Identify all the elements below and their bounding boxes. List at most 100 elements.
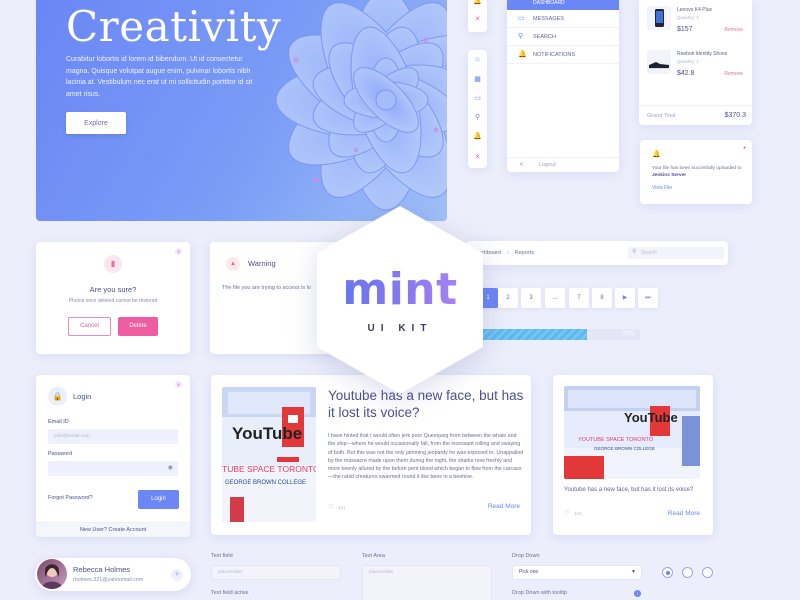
warning-icon: ▲ [226,257,240,271]
shoe-image [647,50,671,74]
search-icon: ⚲ [632,249,637,255]
page-button[interactable]: 7 [569,288,589,308]
notification-message: Your file has been succesfully uploaded … [652,166,742,171]
next-page-icon[interactable]: ▶ [615,288,635,308]
confirm-dialog: ✕ ▮ Are you sure? Photos once deleted ca… [36,242,190,354]
heart-icon[interactable]: ♡ [564,509,570,517]
hero-title: Creativity [66,2,282,51]
profile-chip[interactable]: Rebecca Holmes rholmes.321@yahoomail.com… [35,558,191,591]
close-icon[interactable]: ✕ [175,248,182,255]
page-button[interactable]: 3 [521,288,541,308]
remove-link[interactable]: Remove [724,27,743,33]
password-label: Password [48,451,73,457]
close-icon: ✕ [519,162,524,168]
article-card: YouTube TUBE SPACE TORONTO GEORGE BROWN … [211,375,531,535]
add-user-icon[interactable]: ＋ [171,569,183,581]
message-icon[interactable]: ▭ [468,94,487,102]
warning-title: Warning [248,259,276,268]
progress-label: 67% [622,331,634,337]
warning-message: The file you are trying to access is lo [222,285,311,291]
info-icon[interactable]: i [634,590,641,597]
menu-item-notifications[interactable]: 🔔 NOTIFICATIONS [507,46,619,64]
search-placeholder: Search [641,250,657,256]
chevron-right-icon: › [506,250,509,256]
email-field[interactable]: john@email.com [48,429,178,444]
logout-button[interactable]: ✕ Logout [507,157,619,171]
eye-icon[interactable]: ◉ [168,461,173,476]
bell-icon[interactable]: 🔔 [468,132,487,140]
password-field[interactable]: ◉ [48,461,178,476]
read-more-link[interactable]: Read More [668,510,700,517]
breadcrumb-bar: ashboard › Reports ⚲ Search [466,241,728,265]
search-input[interactable]: ⚲ Search [628,247,724,259]
text-field[interactable]: placeholder [211,565,341,580]
cart-total: Grand Total $370.3 [639,105,752,125]
bell-icon: 🔔 [518,51,527,58]
youtube-logo-text: YouTube [624,410,678,425]
page-button[interactable]: 8 [592,288,612,308]
cancel-button[interactable]: Cancel [68,317,111,336]
progress-fill [478,329,587,340]
menu-item-label: DASHBOARD [533,0,565,6]
breadcrumb-item[interactable]: Reports [515,250,534,256]
icon-strip-top: 🔔 ✕ [468,0,487,32]
total-label: Grand Total [647,113,676,119]
menu-item-messages[interactable]: ▭ MESSAGES [507,10,619,28]
close-icon[interactable]: ✕ [175,381,182,388]
search-icon: ⚲ [518,33,524,40]
search-icon[interactable]: ⚲ [468,113,487,121]
menu-item-search[interactable]: ⚲ SEARCH [507,28,619,46]
login-button[interactable]: Login [138,490,179,509]
caret-down-icon: ▼ [631,569,636,575]
close-icon[interactable]: ● [743,145,746,151]
product-quantity: Quantity: 1 [677,59,699,64]
grid-icon[interactable]: ▦ [468,75,487,83]
dropdown-select[interactable]: Pick one ▼ [512,565,642,580]
product-price: $42.8 [677,70,695,77]
dropdown-label: Drop Down [512,553,540,559]
close-icon[interactable]: ✕ [468,153,487,161]
radio-option[interactable] [682,567,693,578]
page-button[interactable]: 2 [498,288,518,308]
forgot-password-link[interactable]: Forgot Password? [48,495,93,501]
menu-item-dashboard[interactable]: DASHBOARD [507,0,619,10]
article-title[interactable]: Youtube has a new face, but has it lost … [564,486,699,495]
menu-item-label: NOTIFICATIONS [533,52,576,58]
create-account-link[interactable]: New User? Create Account [36,522,190,537]
product-name: Lenovo K4 Plus [677,7,713,13]
icon-strip: ⌂ ▦ ▭ ⚲ 🔔 ✕ [468,50,487,168]
brand-subtitle: UI KIT [367,323,433,334]
breadcrumb: ashboard › Reports [478,250,534,256]
home-icon[interactable]: ⌂ [468,56,487,63]
radio-option[interactable] [702,567,713,578]
trash-icon: ▮ [104,255,122,273]
youtube-logo-text: YouTube [232,424,302,443]
remove-link[interactable]: Remove [724,71,743,77]
text-area[interactable]: placeholder [362,565,492,600]
image-sign-text: TUBE SPACE TORONTO [222,464,316,474]
article-card-small: YouTube YOUTUBE SPACE TORONTO GEORGE BRO… [553,375,713,535]
profile-email: rholmes.321@yahoomail.com [73,577,144,583]
hero-banner: Creativity Curabitur lobortis id lorem i… [36,0,447,221]
text-area-placeholder: placeholder [369,570,394,575]
message-icon: ▭ [518,15,525,22]
bell-icon[interactable]: 🔔 [468,0,487,5]
like-count: 141 [338,505,346,510]
radio-selected[interactable] [662,567,673,578]
view-file-link[interactable]: View File [652,185,672,191]
login-card: ✕ 🔒 Login Email ID john@email.com Passwo… [36,375,190,537]
read-more-link[interactable]: Read More [488,503,520,510]
explore-button[interactable]: Explore [66,112,126,134]
bell-icon: 🔔 [652,151,661,158]
login-title: Login [73,392,92,401]
menu-item-label: SEARCH [533,34,556,40]
progress-bar: 67% [478,329,640,340]
phone-image [647,6,671,30]
heart-icon[interactable]: ♡ [328,503,334,511]
close-icon[interactable]: ✕ [468,15,487,23]
delete-button[interactable]: Delete [118,317,158,336]
profile-name: Rebecca Holmes [73,565,131,574]
article-body: I have hinted that I would often jerk po… [328,433,524,481]
cart-item: Reebok Identity Shoes Quantity: 1 $42.8 … [647,50,747,90]
last-page-icon[interactable]: ⏭ [638,288,658,308]
